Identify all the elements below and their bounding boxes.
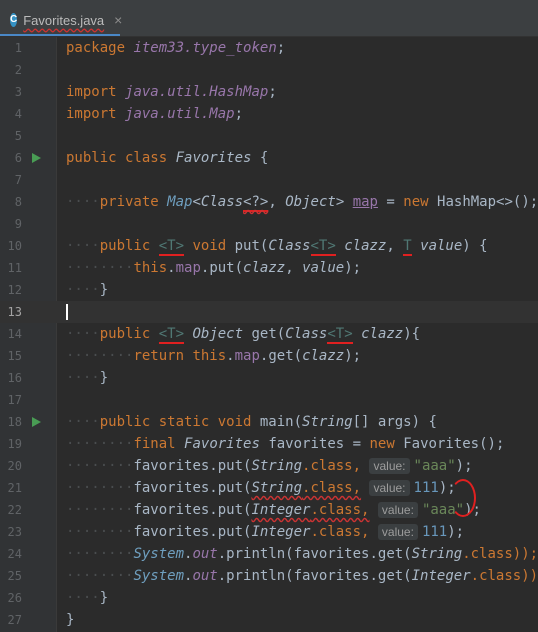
- current-line: 13: [0, 301, 538, 323]
- line-number: 2: [14, 63, 22, 77]
- line-number: 8: [14, 195, 22, 209]
- line-number: 10: [7, 239, 22, 253]
- run-icon[interactable]: [32, 153, 41, 163]
- code-editor[interactable]: 1 package item33.type_token; 2 3 import …: [0, 37, 538, 632]
- line-number: 17: [7, 393, 22, 407]
- parameter-hint: value:: [377, 502, 418, 518]
- code-line: 10 ····public <T> void put(Class<T> claz…: [0, 235, 538, 257]
- parameter-hint: value:: [377, 524, 418, 540]
- line-number: 13: [7, 305, 22, 319]
- line-number: 3: [14, 85, 22, 99]
- code-line: 3 import java.util.HashMap;: [0, 81, 538, 103]
- code-line: 5: [0, 125, 538, 147]
- java-class-icon: C: [10, 13, 18, 27]
- code-line: 1 package item33.type_token;: [0, 37, 538, 59]
- code-line: 16 ····}: [0, 367, 538, 389]
- code-line: 17: [0, 389, 538, 411]
- code-line: 7: [0, 169, 538, 191]
- line-number: 19: [7, 437, 22, 451]
- line-number: 24: [7, 547, 22, 561]
- line-number: 22: [7, 503, 22, 517]
- close-icon[interactable]: ×: [114, 12, 122, 28]
- line-number: 18: [7, 415, 22, 429]
- line-number: 12: [7, 283, 22, 297]
- line-number: 23: [7, 525, 22, 539]
- line-number: 26: [7, 591, 22, 605]
- code-line: 27 }: [0, 609, 538, 631]
- code-line: 8 ····private Map<Class<?>, Object> map …: [0, 191, 538, 213]
- line-number: 9: [14, 217, 22, 231]
- code-line: 25 ········System.out.println(favorites.…: [0, 565, 538, 587]
- code-line: 18 ····public static void main(String[] …: [0, 411, 538, 433]
- parameter-hint: value:: [369, 480, 410, 496]
- code-line: 15 ········return this.map.get(clazz);: [0, 345, 538, 367]
- tab-favorites-java[interactable]: C Favorites.java ×: [0, 6, 122, 36]
- text-caret: [66, 304, 68, 320]
- code-line: 26 ····}: [0, 587, 538, 609]
- line-number: 4: [14, 107, 22, 121]
- code-line: 20 ········favorites.put(String.class, v…: [0, 455, 538, 477]
- line-number: 21: [7, 481, 22, 495]
- line-number: 11: [7, 261, 22, 275]
- code-line: 24 ········System.out.println(favorites.…: [0, 543, 538, 565]
- red-annotation-arc: [450, 479, 476, 517]
- line-number: 15: [7, 349, 22, 363]
- code-line: 11 ········this.map.put(clazz, value);: [0, 257, 538, 279]
- line-number: 16: [7, 371, 22, 385]
- line-number: 14: [7, 327, 22, 341]
- line-number: 6: [14, 151, 22, 165]
- code-line: 6 public class Favorites {: [0, 147, 538, 169]
- code-line: 14 ····public <T> Object get(Class<T> cl…: [0, 323, 538, 345]
- line-number: 1: [14, 41, 22, 55]
- run-icon[interactable]: [32, 417, 41, 427]
- parameter-hint: value:: [369, 458, 410, 474]
- code-line: 2: [0, 59, 538, 81]
- code-line: 12 ····}: [0, 279, 538, 301]
- tab-label: Favorites.java: [23, 12, 105, 28]
- line-number: 7: [14, 173, 22, 187]
- line-number: 20: [7, 459, 22, 473]
- code-line: 19 ········final Favorites favorites = n…: [0, 433, 538, 455]
- line-number: 27: [7, 613, 22, 627]
- line-number: 25: [7, 569, 22, 583]
- code-line: 9: [0, 213, 538, 235]
- code-line: 4 import java.util.Map;: [0, 103, 538, 125]
- line-number: 5: [14, 129, 22, 143]
- code-line: 23 ········favorites.put(Integer.class, …: [0, 521, 538, 543]
- editor-tab-bar: C Favorites.java ×: [0, 0, 538, 37]
